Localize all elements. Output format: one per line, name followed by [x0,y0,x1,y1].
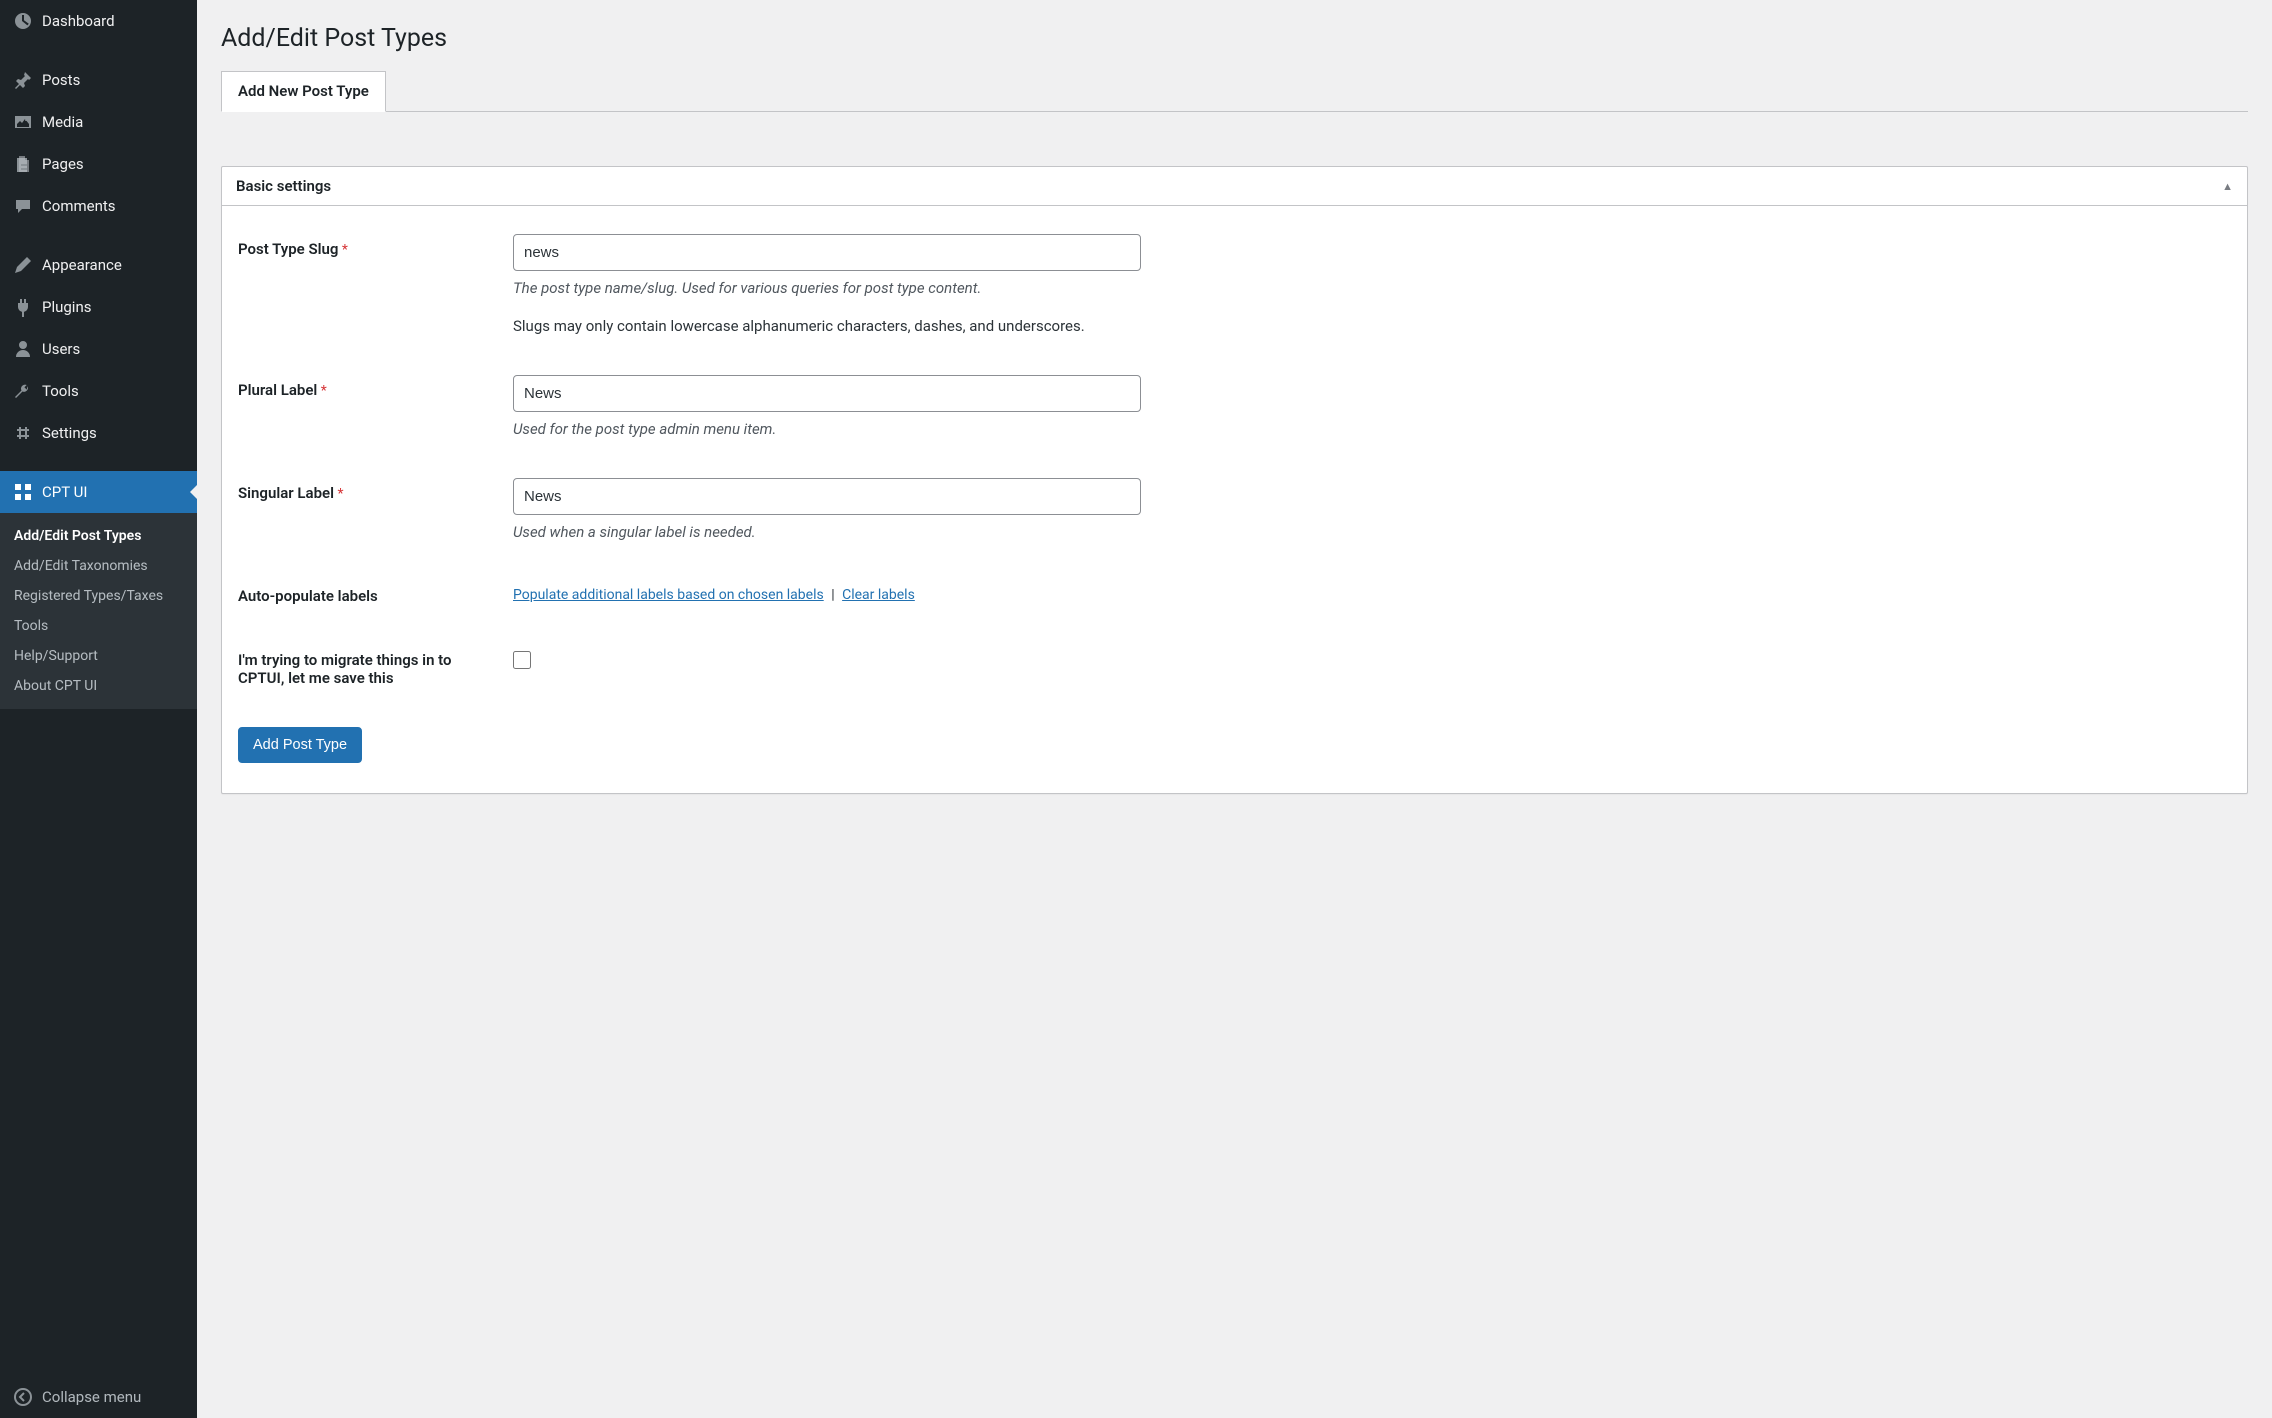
label-auto-populate: Auto-populate labels [238,587,378,605]
row-post-type-slug: Post Type Slug * The post type name/slug… [238,234,2231,335]
collapse-menu[interactable]: Collapse menu [0,1376,197,1418]
required-indicator: * [337,486,343,502]
dashboard-icon [12,10,34,32]
sidebar-item-label: Comments [42,197,116,215]
panel-body: Post Type Slug * The post type name/slug… [222,206,2247,793]
tabs-bar: Add New Post Type [221,71,2248,112]
input-singular-label[interactable] [513,478,1141,515]
menu-separator [0,48,197,53]
input-plural-label[interactable] [513,375,1141,412]
desc-post-type-slug: The post type name/slug. Used for variou… [513,279,2231,297]
cptui-submenu: Add/Edit Post Types Add/Edit Taxonomies … [0,513,197,709]
row-plural-label: Plural Label * Used for the post type ad… [238,375,2231,438]
label-plural: Plural Label [238,381,317,399]
pages-icon [12,153,34,175]
add-post-type-button[interactable]: Add Post Type [238,727,362,763]
sidebar-item-settings[interactable]: Settings [0,412,197,454]
tab-add-new-post-type[interactable]: Add New Post Type [221,71,386,112]
sidebar-item-appearance[interactable]: Appearance [0,244,197,286]
sidebar-item-label: Users [42,340,80,358]
link-clear-labels[interactable]: Clear labels [842,587,915,603]
row-auto-populate: Auto-populate labels Populate additional… [238,581,2231,605]
submenu-add-edit-post-types[interactable]: Add/Edit Post Types [0,521,197,551]
appearance-icon [12,254,34,276]
sidebar-item-label: Dashboard [42,12,115,30]
sidebar-item-label: Media [42,113,83,131]
sidebar-item-label: Appearance [42,256,122,274]
main-content: Add/Edit Post Types Add New Post Type Ba… [197,0,2272,1418]
sidebar-item-pages[interactable]: Pages [0,143,197,185]
sidebar-item-users[interactable]: Users [0,328,197,370]
sidebar-item-label: CPT UI [42,483,87,501]
pin-icon [12,69,34,91]
sidebar-item-label: Posts [42,71,80,89]
users-icon [12,338,34,360]
row-migrate: I'm trying to migrate things in to CPTUI… [238,645,2231,687]
submenu-add-edit-taxonomies[interactable]: Add/Edit Taxonomies [0,551,197,581]
sidebar-item-plugins[interactable]: Plugins [0,286,197,328]
link-populate-labels[interactable]: Populate additional labels based on chos… [513,587,824,603]
submenu-about-cpt-ui[interactable]: About CPT UI [0,671,197,701]
link-separator: | [831,587,834,603]
sidebar-item-tools[interactable]: Tools [0,370,197,412]
cptui-icon [12,481,34,503]
submenu-registered-types-taxes[interactable]: Registered Types/Taxes [0,581,197,611]
basic-settings-panel: Basic settings ▲ Post Type Slug * The po… [221,166,2248,794]
input-post-type-slug[interactable] [513,234,1141,271]
page-title: Add/Edit Post Types [221,24,2248,53]
menu-separator [0,460,197,465]
menu-separator [0,233,197,238]
required-indicator: * [321,383,327,399]
sidebar-item-label: Pages [42,155,84,173]
label-singular: Singular Label [238,484,334,502]
sidebar-item-comments[interactable]: Comments [0,185,197,227]
collapse-icon [12,1386,34,1408]
sidebar-item-posts[interactable]: Posts [0,59,197,101]
desc-singular: Used when a singular label is needed. [513,523,2231,541]
comments-icon [12,195,34,217]
required-indicator: * [342,242,348,258]
sidebar-item-label: Plugins [42,298,91,316]
submenu-help-support[interactable]: Help/Support [0,641,197,671]
settings-icon [12,422,34,444]
tools-icon [12,380,34,402]
checkbox-migrate[interactable] [513,651,531,669]
note-slug-chars: Slugs may only contain lowercase alphanu… [513,317,2231,335]
panel-toggle-icon: ▲ [2222,180,2233,193]
label-migrate: I'm trying to migrate things in to CPTUI… [238,651,452,687]
collapse-label: Collapse menu [42,1388,141,1406]
panel-heading: Basic settings [236,177,331,195]
label-post-type-slug: Post Type Slug [238,240,338,258]
row-singular-label: Singular Label * Used when a singular la… [238,478,2231,541]
sidebar-item-label: Settings [42,424,97,442]
sidebar-item-media[interactable]: Media [0,101,197,143]
media-icon [12,111,34,133]
sidebar-item-label: Tools [42,382,79,400]
plugins-icon [12,296,34,318]
panel-header[interactable]: Basic settings ▲ [222,167,2247,206]
admin-sidebar: Dashboard Posts Media Pages Comments App… [0,0,197,1418]
sidebar-item-cptui[interactable]: CPT UI [0,471,197,513]
desc-plural: Used for the post type admin menu item. [513,420,2231,438]
sidebar-item-dashboard[interactable]: Dashboard [0,0,197,42]
submenu-tools[interactable]: Tools [0,611,197,641]
